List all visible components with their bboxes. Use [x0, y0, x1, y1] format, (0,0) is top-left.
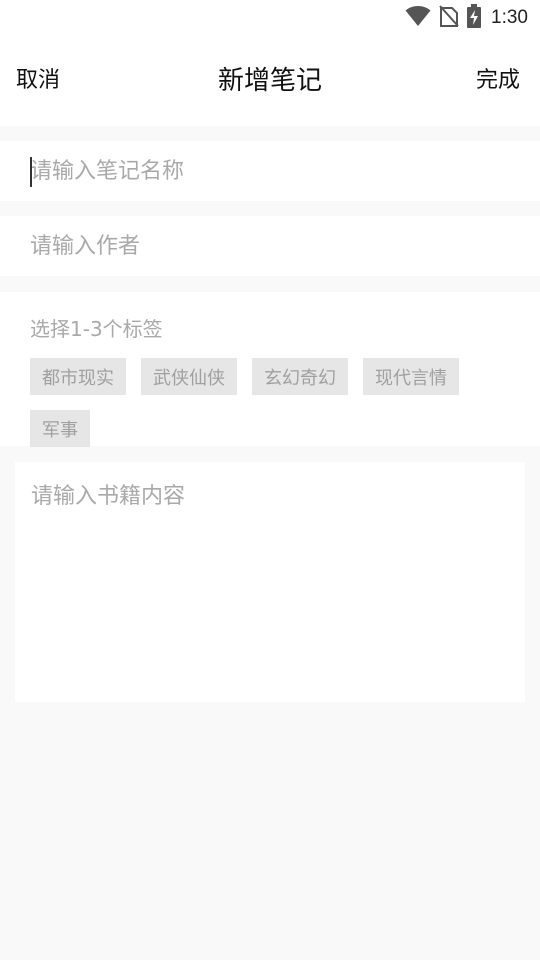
tags-section: 选择1-3个标签 都市现实 武侠仙侠 玄幻奇幻 现代言情 军事	[0, 292, 540, 447]
app-header: 取消 新增笔记 完成	[0, 36, 540, 126]
tag-military[interactable]: 军事	[30, 410, 90, 447]
author-field	[0, 216, 540, 276]
no-sim-icon	[439, 5, 459, 31]
status-icons: 1:30	[405, 4, 528, 32]
text-caret	[30, 157, 32, 187]
content-box	[15, 462, 525, 702]
battery-charging-icon	[467, 4, 482, 32]
done-button[interactable]: 完成	[476, 66, 520, 96]
tags-list: 都市现实 武侠仙侠 玄幻奇幻 现代言情 军事	[30, 358, 490, 447]
status-bar: 1:30	[0, 0, 540, 36]
tag-fantasy[interactable]: 玄幻奇幻	[252, 358, 348, 395]
note-name-input[interactable]	[30, 141, 520, 201]
tag-wuxia-xianxia[interactable]: 武侠仙侠	[141, 358, 237, 395]
tags-label: 选择1-3个标签	[30, 317, 163, 341]
status-time: 1:30	[491, 7, 528, 28]
tag-modern-romance[interactable]: 现代言情	[363, 358, 459, 395]
author-input[interactable]	[30, 216, 520, 276]
tag-urban-reality[interactable]: 都市现实	[30, 358, 126, 395]
wifi-icon	[405, 5, 431, 31]
note-name-field	[0, 141, 540, 201]
book-content-textarea[interactable]	[31, 478, 509, 686]
page-title: 新增笔记	[217, 66, 322, 96]
